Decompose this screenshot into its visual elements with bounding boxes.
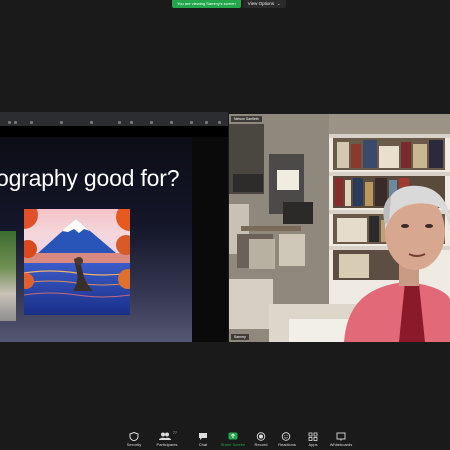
whiteboards-button[interactable]: Whiteboards bbox=[324, 430, 358, 450]
shared-app-toolbar bbox=[0, 112, 228, 126]
whiteboard-icon bbox=[336, 432, 346, 441]
chat-icon bbox=[199, 433, 207, 440]
screen-share-banner: You are viewing Sammy's screen View Opti… bbox=[172, 0, 287, 8]
participants-count: 77 bbox=[173, 431, 177, 435]
security-button[interactable]: Security bbox=[117, 430, 151, 450]
toolbar-dot-icon bbox=[118, 121, 121, 124]
toolbar-dot-icon bbox=[90, 121, 93, 124]
toolbar-dot-icon bbox=[205, 121, 208, 124]
toolbar-dot-icon bbox=[150, 121, 153, 124]
shield-icon bbox=[129, 432, 139, 441]
participant-video[interactable]: Nelson Sanfieth Sammy bbox=[229, 114, 450, 342]
share-status-pill: You are viewing Sammy's screen bbox=[172, 0, 241, 8]
view-options-button[interactable]: View Options ⌄ bbox=[242, 0, 287, 8]
record-icon bbox=[256, 432, 266, 441]
whiteboards-label: Whiteboards bbox=[329, 442, 353, 447]
view-options-label: View Options bbox=[247, 1, 275, 6]
toolbar-dot-icon bbox=[60, 121, 63, 124]
security-label: Security bbox=[126, 442, 142, 447]
participant-name-label: Sammy bbox=[231, 334, 249, 340]
apps-icon bbox=[308, 432, 318, 441]
toolbar-dot-icon bbox=[8, 121, 11, 124]
share-screen-icon bbox=[228, 432, 238, 440]
toolbar-dot-icon bbox=[130, 121, 133, 124]
toolbar-dot-icon bbox=[14, 121, 17, 124]
shared-screen: ography good for? bbox=[0, 112, 228, 342]
toolbar-dot-icon bbox=[30, 121, 33, 124]
participants-label: Participants bbox=[156, 442, 178, 447]
toolbar-dot-icon bbox=[170, 121, 173, 124]
shared-app-toolbar-icons bbox=[0, 120, 228, 126]
reactions-icon bbox=[281, 432, 291, 441]
mount-fuji-illustration bbox=[24, 209, 130, 315]
toolbar-dot-icon bbox=[190, 121, 193, 124]
meeting-controls-bar: Security Participants 77 Chat Share Scre… bbox=[0, 430, 450, 450]
participant-name-top: Nelson Sanfieth bbox=[231, 116, 262, 122]
slide-photo-partial bbox=[0, 231, 16, 321]
shared-screen-gutter bbox=[192, 137, 228, 342]
toolbar-dot-icon bbox=[218, 121, 221, 124]
chat-label: Chat bbox=[198, 442, 208, 447]
participant-video-frame bbox=[229, 114, 450, 342]
chat-button[interactable]: Chat bbox=[186, 430, 220, 450]
slide-title: ography good for? bbox=[0, 165, 180, 191]
presentation-slide: ography good for? bbox=[0, 137, 192, 342]
chevron-down-icon: ⌄ bbox=[277, 1, 281, 6]
participants-button[interactable]: Participants bbox=[150, 430, 184, 450]
